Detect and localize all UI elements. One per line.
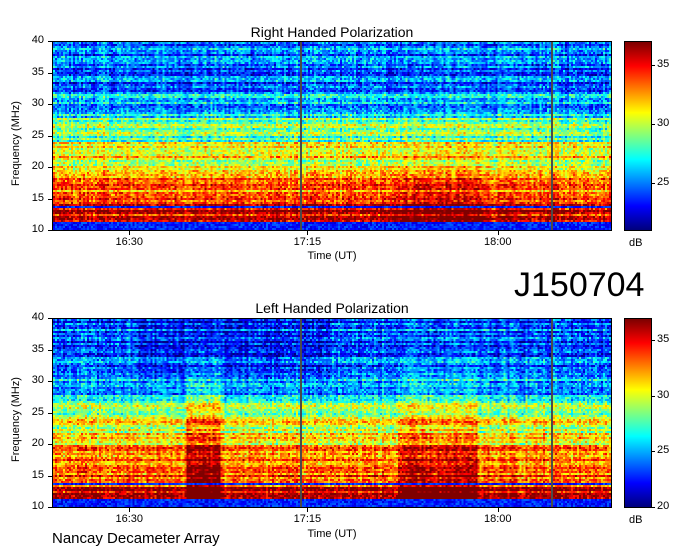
y-tick-label: 40	[31, 34, 44, 46]
colorbar-tick-label: 35	[657, 333, 670, 346]
x-tick-mark	[497, 508, 499, 512]
y-tick-mark	[48, 507, 52, 508]
y-tick-mark	[48, 349, 52, 351]
y-tick-label: 10	[31, 500, 44, 512]
top-colorbar	[625, 42, 651, 230]
colorbar-tick-label: 30	[657, 116, 670, 129]
x-tick-mark	[129, 508, 131, 512]
y-tick-mark	[48, 318, 52, 319]
y-tick-mark	[48, 167, 52, 168]
y-tick-label: 35	[31, 342, 44, 355]
y-tick-mark	[48, 198, 52, 200]
y-tick-mark	[48, 230, 52, 231]
colorbar-tick-mark	[652, 451, 655, 453]
colorbar-tick-label: 25	[657, 175, 670, 188]
y-tick-mark	[48, 412, 52, 414]
y-tick-mark	[48, 444, 52, 445]
colorbar-tick-label: 25	[657, 444, 670, 457]
y-tick-mark	[48, 72, 52, 74]
x-tick-label: 16:30	[115, 513, 144, 525]
x-tick-mark	[307, 231, 309, 235]
x-tick-label: 17:15	[293, 513, 322, 525]
x-tick-label: 18:00	[483, 513, 512, 525]
bottom-y-axis-label: Frequency (MHz)	[10, 377, 22, 462]
x-tick-label: 18:00	[483, 236, 512, 248]
colorbar-tick-label: 30	[657, 388, 670, 401]
top-colorbar-label: dB	[629, 237, 643, 249]
y-tick-label: 20	[31, 160, 44, 172]
bottom-colorbar-label: dB	[629, 514, 643, 526]
colorbar-tick-label: 35	[657, 57, 670, 70]
bottom-x-axis-label: Time (UT)	[307, 528, 357, 540]
bottom-colorbar	[625, 319, 651, 507]
y-tick-label: 40	[31, 311, 44, 323]
top-y-axis-label: Frequency (MHz)	[10, 101, 22, 186]
y-tick-label: 20	[31, 437, 44, 449]
y-tick-mark	[48, 381, 52, 382]
y-tick-mark	[48, 135, 52, 137]
y-tick-label: 30	[31, 374, 44, 386]
y-tick-mark	[48, 475, 52, 477]
x-tick-mark	[497, 231, 499, 235]
x-tick-label: 17:15	[293, 236, 322, 248]
x-tick-mark	[307, 508, 309, 512]
colorbar-tick-mark	[652, 64, 655, 66]
y-tick-label: 10	[31, 223, 44, 235]
y-tick-mark	[48, 41, 52, 42]
top-panel-title: Right Handed Polarization	[250, 24, 414, 40]
bottom-spectrogram	[53, 319, 611, 507]
y-tick-label: 30	[31, 97, 44, 109]
colorbar-tick-mark	[652, 123, 655, 125]
colorbar-tick-label: 20	[657, 500, 670, 512]
colorbar-tick-mark	[652, 395, 655, 397]
observatory-name: Nancay Decameter Array	[52, 530, 220, 547]
y-tick-label: 25	[31, 128, 44, 141]
x-tick-mark	[129, 231, 131, 235]
colorbar-tick-mark	[652, 507, 655, 508]
y-tick-label: 35	[31, 65, 44, 78]
x-tick-label: 16:30	[115, 236, 144, 248]
top-x-axis-label: Time (UT)	[307, 250, 357, 262]
colorbar-tick-mark	[652, 182, 655, 184]
bottom-panel-title: Left Handed Polarization	[255, 300, 409, 316]
y-tick-label: 25	[31, 405, 44, 418]
y-tick-mark	[48, 104, 52, 105]
y-tick-label: 15	[31, 468, 44, 481]
y-tick-label: 15	[31, 191, 44, 204]
top-spectrogram	[53, 42, 611, 230]
spectrogram-figure: Right Handed Polarization Frequency (MHz…	[0, 0, 680, 552]
colorbar-tick-mark	[652, 340, 655, 342]
